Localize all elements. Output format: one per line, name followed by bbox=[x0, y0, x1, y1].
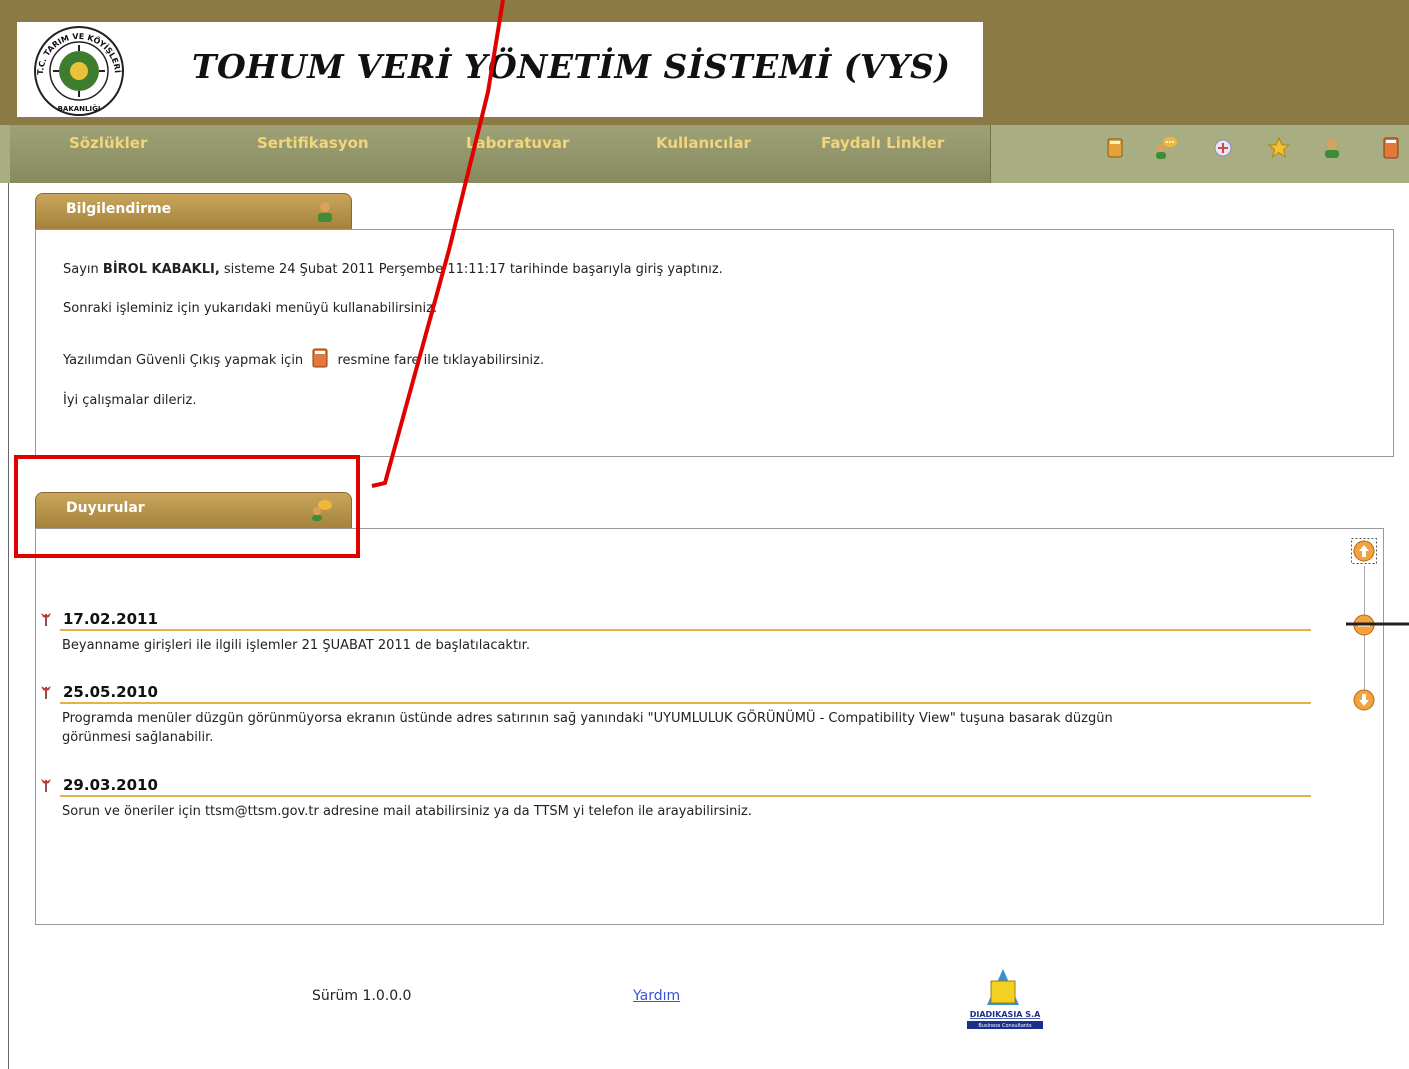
header-title-box: T.C. TARIM VE KÖYİŞLERİ BAKANLIĞI TOHUM … bbox=[17, 22, 983, 117]
users-chat-icon bbox=[312, 500, 332, 521]
scroll-down-button[interactable] bbox=[1351, 687, 1377, 713]
user-name: BİROL KABAKLI, bbox=[102, 262, 220, 277]
closing-line: İyi çalışmalar dileriz. bbox=[63, 393, 197, 408]
header-bar: T.C. TARIM VE KÖYİŞLERİ BAKANLIĞI TOHUM … bbox=[0, 0, 1409, 125]
company-logo: DIADIKASIA S.A Business Consultants bbox=[967, 969, 1043, 1029]
announcement-date: 17.02.2011 bbox=[63, 610, 158, 628]
menu-item-laboratuvar[interactable]: Laboratuvar bbox=[466, 134, 569, 152]
help-link[interactable]: Yardım bbox=[633, 988, 680, 1004]
announcement-rule bbox=[60, 795, 1311, 797]
flag-icon bbox=[41, 779, 51, 792]
user-icon bbox=[318, 202, 332, 222]
flag-icon bbox=[41, 613, 51, 626]
announcement-text: Beyanname girişleri ile ilgili işlemler … bbox=[62, 638, 530, 653]
announcements-panel-tab: Duyurular bbox=[35, 492, 352, 528]
page-left-border bbox=[8, 183, 9, 1069]
announcement-date: 25.05.2010 bbox=[63, 683, 158, 701]
announcement-rule bbox=[60, 629, 1311, 631]
flag-icon bbox=[41, 686, 51, 699]
announcement-text: Sorun ve öneriler için ttsm@ttsm.gov.tr … bbox=[62, 804, 752, 819]
link-icon[interactable] bbox=[1210, 135, 1236, 161]
announcement-rule bbox=[60, 702, 1311, 704]
announcements-panel-title: Duyurular bbox=[66, 500, 145, 516]
menu-item-sertifikasyon[interactable]: Sertifikasyon bbox=[257, 134, 369, 152]
announcement-text: Programda menüler düzgün görünmüyorsa ek… bbox=[62, 709, 1113, 747]
main-menu: Sözlükler Sertifikasyon Laboratuvar Kull… bbox=[10, 125, 991, 183]
scroll-thumb[interactable] bbox=[1351, 612, 1377, 638]
menu-item-sozlukler[interactable]: Sözlükler bbox=[69, 134, 147, 152]
announcement-text-line: görünmesi sağlanabilir. bbox=[62, 730, 214, 745]
exit-icon[interactable] bbox=[311, 348, 329, 368]
company-tagline: Business Consultants bbox=[978, 1023, 1032, 1029]
announcement-date: 29.03.2010 bbox=[63, 776, 158, 794]
login-time-text: sisteme 24 Şubat 2011 Perşembe 11:11:17 … bbox=[223, 262, 723, 277]
menu-item-faydali-linkler[interactable]: Faydalı Linkler bbox=[821, 134, 944, 152]
company-name: DIADIKASIA S.A bbox=[970, 1010, 1041, 1019]
user-icon[interactable] bbox=[1319, 135, 1345, 161]
menu-item-kullanicilar[interactable]: Kullanıcılar bbox=[656, 134, 751, 152]
info-panel: Sayın BİROL KABAKLI, sisteme 24 Şubat 20… bbox=[35, 229, 1394, 457]
star-icon[interactable] bbox=[1266, 135, 1292, 161]
info-panel-tab: Bilgilendirme bbox=[35, 193, 352, 229]
menu-bar: Sözlükler Sertifikasyon Laboratuvar Kull… bbox=[0, 125, 1409, 183]
book-icon[interactable] bbox=[1102, 135, 1128, 161]
scroll-up-button[interactable] bbox=[1351, 538, 1377, 564]
welcome-line: Sayın BİROL KABAKLI, sisteme 24 Şubat 20… bbox=[63, 262, 723, 277]
ministry-logo: T.C. TARIM VE KÖYİŞLERİ BAKANLIĞI bbox=[34, 26, 124, 116]
welcome-prefix: Sayın bbox=[63, 262, 99, 277]
users-chat-icon[interactable] bbox=[1152, 135, 1178, 161]
exit-icon[interactable] bbox=[1378, 135, 1404, 161]
menu-hint-line: Sonraki işleminiz için yukarıdaki menüyü… bbox=[63, 301, 438, 316]
app-title: TOHUM VERİ YÖNETİM SİSTEMİ (VYS) bbox=[192, 47, 951, 86]
announcement-text-line: Programda menüler düzgün görünmüyorsa ek… bbox=[62, 711, 1113, 726]
logout-hint-prefix: Yazılımdan Güvenli Çıkış yapmak için bbox=[63, 353, 304, 368]
logo-text-bottom: BAKANLIĞI bbox=[58, 104, 101, 113]
version-text: Sürüm 1.0.0.0 bbox=[312, 988, 412, 1004]
logout-hint-suffix: resmine fare ile tıklayabilirsiniz. bbox=[337, 353, 545, 368]
logout-hint-line: Yazılımdan Güvenli Çıkış yapmak için res… bbox=[63, 348, 544, 368]
info-panel-title: Bilgilendirme bbox=[66, 201, 172, 217]
